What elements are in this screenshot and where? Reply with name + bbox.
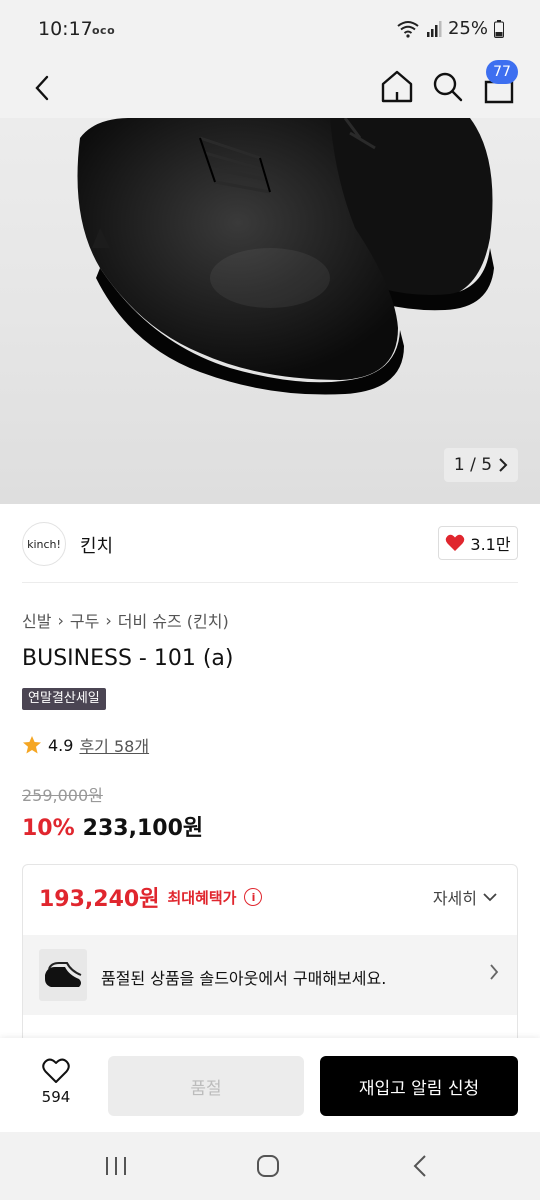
soldout-thumbnail xyxy=(39,949,87,1001)
review-link[interactable]: 후기 58개 xyxy=(79,733,149,757)
benefit-detail-toggle[interactable]: 자세히 xyxy=(433,885,497,909)
soldout-banner[interactable]: 품절된 상품을 솔드아웃에서 구매해보세요. xyxy=(23,935,517,1015)
benefit-header: 193,240원 최대혜택가 i xyxy=(39,881,263,913)
home-system-button[interactable] xyxy=(248,1150,288,1182)
home-icon xyxy=(381,70,413,103)
status-right: 25% xyxy=(396,18,504,39)
brand-row[interactable]: kinch! 킨치 3.1만 xyxy=(0,504,540,584)
max-benefit-price: 193,240원 xyxy=(39,887,160,912)
image-counter[interactable]: 1 / 5 xyxy=(444,448,518,482)
product-image[interactable]: 1 / 5 xyxy=(0,118,540,504)
chevron-right-icon xyxy=(499,458,508,472)
soldout-button[interactable]: 품절 xyxy=(108,1056,304,1116)
home-button[interactable] xyxy=(378,66,416,106)
cart-count-badge: 77 xyxy=(486,60,518,84)
chevron-down-icon xyxy=(483,893,497,902)
battery-icon xyxy=(494,19,504,38)
search-icon xyxy=(433,72,463,102)
system-back-button[interactable] xyxy=(400,1150,440,1182)
benefit-box: 193,240원 최대혜택가 i 자세히 품절된 상품을 솔드아웃에서 구매해보… xyxy=(22,864,518,1054)
wifi-icon xyxy=(397,20,419,38)
divider xyxy=(22,582,518,583)
signal-icon xyxy=(426,20,442,37)
star-icon xyxy=(23,736,41,754)
chevron-right-icon xyxy=(490,964,499,980)
benefit-detail-label: 자세히 xyxy=(432,889,477,908)
recent-apps-button[interactable] xyxy=(96,1150,136,1182)
back-button[interactable] xyxy=(24,68,60,108)
brand-logo[interactable]: kinch! xyxy=(22,522,66,566)
status-app-indicator: oco xyxy=(92,24,116,37)
brand-like-button[interactable]: 3.1만 xyxy=(438,526,518,560)
shoe-image xyxy=(77,118,494,395)
max-benefit-label: 최대혜택가 xyxy=(167,888,237,907)
rating-row: 4.9 후기 58개 xyxy=(22,733,149,757)
heart-filled-icon xyxy=(446,534,465,551)
status-time: 10:17 xyxy=(38,18,93,40)
brand-like-count: 3.1만 xyxy=(470,535,511,554)
restock-alert-button[interactable]: 재입고 알림 신청 xyxy=(320,1056,518,1116)
rating-value: 4.9 xyxy=(48,735,74,755)
discount-rate: 10% xyxy=(22,816,75,841)
shoe-thumbnail-image xyxy=(45,962,82,987)
breadcrumb-item[interactable]: 신발 xyxy=(22,608,51,632)
soldout-message: 품절된 상품을 솔드아웃에서 구매해보세요. xyxy=(101,969,387,988)
original-price: 259,000원 xyxy=(22,786,103,805)
top-nav xyxy=(0,58,540,118)
bottom-action-bar: 594 품절 재입고 알림 신청 xyxy=(0,1038,540,1132)
breadcrumb: 신발 › 구두 › 더비 슈즈 (킨치) xyxy=(22,608,229,632)
wishlist-count: 594 xyxy=(41,1088,71,1106)
brand-name[interactable]: 킨치 xyxy=(80,532,113,558)
price-row: 10% 233,100원 xyxy=(22,810,203,842)
breadcrumb-separator-icon: › xyxy=(105,610,112,630)
breadcrumb-separator-icon: › xyxy=(57,610,64,630)
wishlist-button[interactable]: 594 xyxy=(30,1058,82,1114)
status-bar: 10:17 oco 25% xyxy=(0,0,540,58)
sale-tag: 연말결산세일 xyxy=(22,688,106,710)
sale-price: 233,100원 xyxy=(82,816,204,841)
home-circle-icon xyxy=(257,1155,279,1177)
heart-outline-icon xyxy=(42,1058,70,1083)
search-button[interactable] xyxy=(428,66,466,106)
back-chevron-icon xyxy=(413,1155,426,1177)
info-icon[interactable]: i xyxy=(244,888,263,906)
breadcrumb-item[interactable]: 더비 슈즈 (킨치) xyxy=(118,608,229,632)
product-title: BUSINESS - 101 (a) xyxy=(22,646,234,671)
recent-apps-icon xyxy=(106,1157,126,1175)
battery-percent: 25% xyxy=(447,18,488,39)
system-nav-bar xyxy=(0,1132,540,1200)
back-arrow-icon xyxy=(35,75,49,101)
breadcrumb-item[interactable]: 구두 xyxy=(70,608,99,632)
image-counter-text: 1 / 5 xyxy=(453,455,493,475)
